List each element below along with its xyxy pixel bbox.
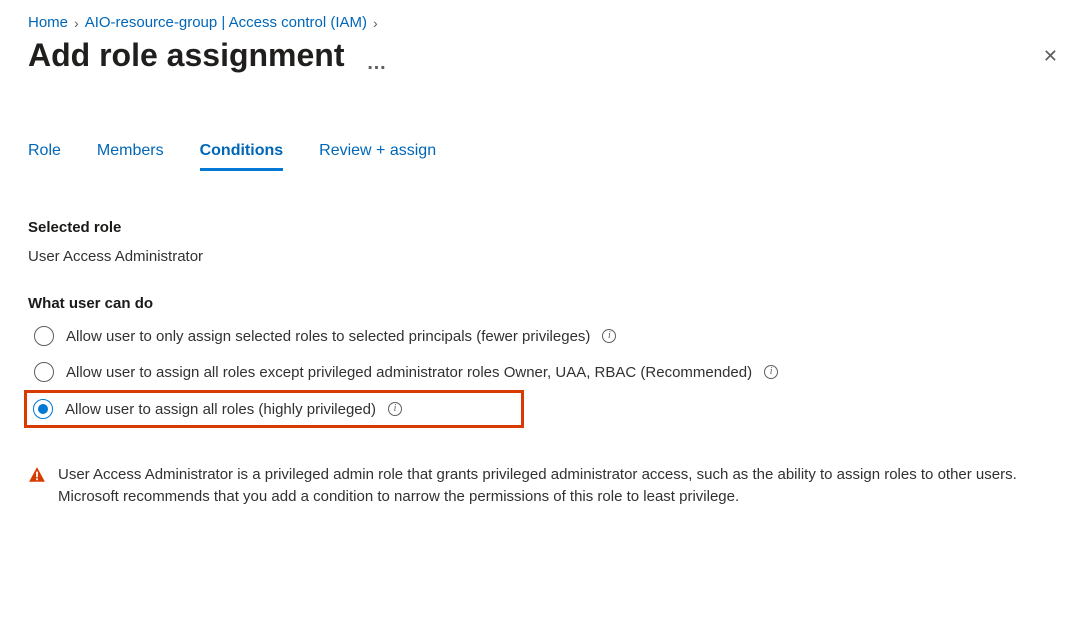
privileged-role-warning: User Access Administrator is a privilege… bbox=[28, 464, 1048, 508]
close-icon[interactable]: ✕ bbox=[1039, 43, 1062, 69]
radio-icon[interactable] bbox=[33, 399, 53, 419]
option-label: Allow user to assign all roles (highly p… bbox=[65, 401, 376, 418]
radio-icon[interactable] bbox=[34, 326, 54, 346]
option-highly-privileged[interactable]: Allow user to assign all roles (highly p… bbox=[24, 390, 524, 428]
selected-role-heading: Selected role bbox=[28, 219, 1062, 236]
tab-role[interactable]: Role bbox=[28, 142, 61, 171]
page-title: Add role assignment … bbox=[28, 37, 389, 74]
tab-review-assign[interactable]: Review + assign bbox=[319, 142, 436, 171]
warning-text: User Access Administrator is a privilege… bbox=[58, 464, 1048, 508]
option-label: Allow user to only assign selected roles… bbox=[66, 328, 590, 345]
info-icon[interactable]: i bbox=[764, 365, 778, 379]
what-user-can-do-options: Allow user to only assign selected roles… bbox=[28, 318, 1062, 428]
warning-icon bbox=[28, 466, 46, 484]
more-actions-button[interactable]: … bbox=[367, 52, 389, 75]
tab-members[interactable]: Members bbox=[97, 142, 164, 171]
breadcrumb-resource[interactable]: AIO-resource-group | Access control (IAM… bbox=[85, 14, 367, 31]
title-bar: Add role assignment … ✕ bbox=[28, 37, 1062, 74]
info-icon[interactable]: i bbox=[602, 329, 616, 343]
tab-conditions[interactable]: Conditions bbox=[200, 142, 284, 171]
option-recommended[interactable]: Allow user to assign all roles except pr… bbox=[28, 354, 1062, 390]
option-fewer-privileges[interactable]: Allow user to only assign selected roles… bbox=[28, 318, 1062, 354]
breadcrumb: Home › AIO-resource-group | Access contr… bbox=[28, 14, 1062, 31]
info-icon[interactable]: i bbox=[388, 402, 402, 416]
what-user-can-do-heading: What user can do bbox=[28, 295, 1062, 312]
chevron-right-icon: › bbox=[373, 15, 378, 31]
breadcrumb-home[interactable]: Home bbox=[28, 14, 68, 31]
option-label: Allow user to assign all roles except pr… bbox=[66, 364, 752, 381]
radio-icon[interactable] bbox=[34, 362, 54, 382]
chevron-right-icon: › bbox=[74, 15, 79, 31]
selected-role-value: User Access Administrator bbox=[28, 248, 1062, 265]
tabs: Role Members Conditions Review + assign bbox=[28, 142, 1062, 171]
